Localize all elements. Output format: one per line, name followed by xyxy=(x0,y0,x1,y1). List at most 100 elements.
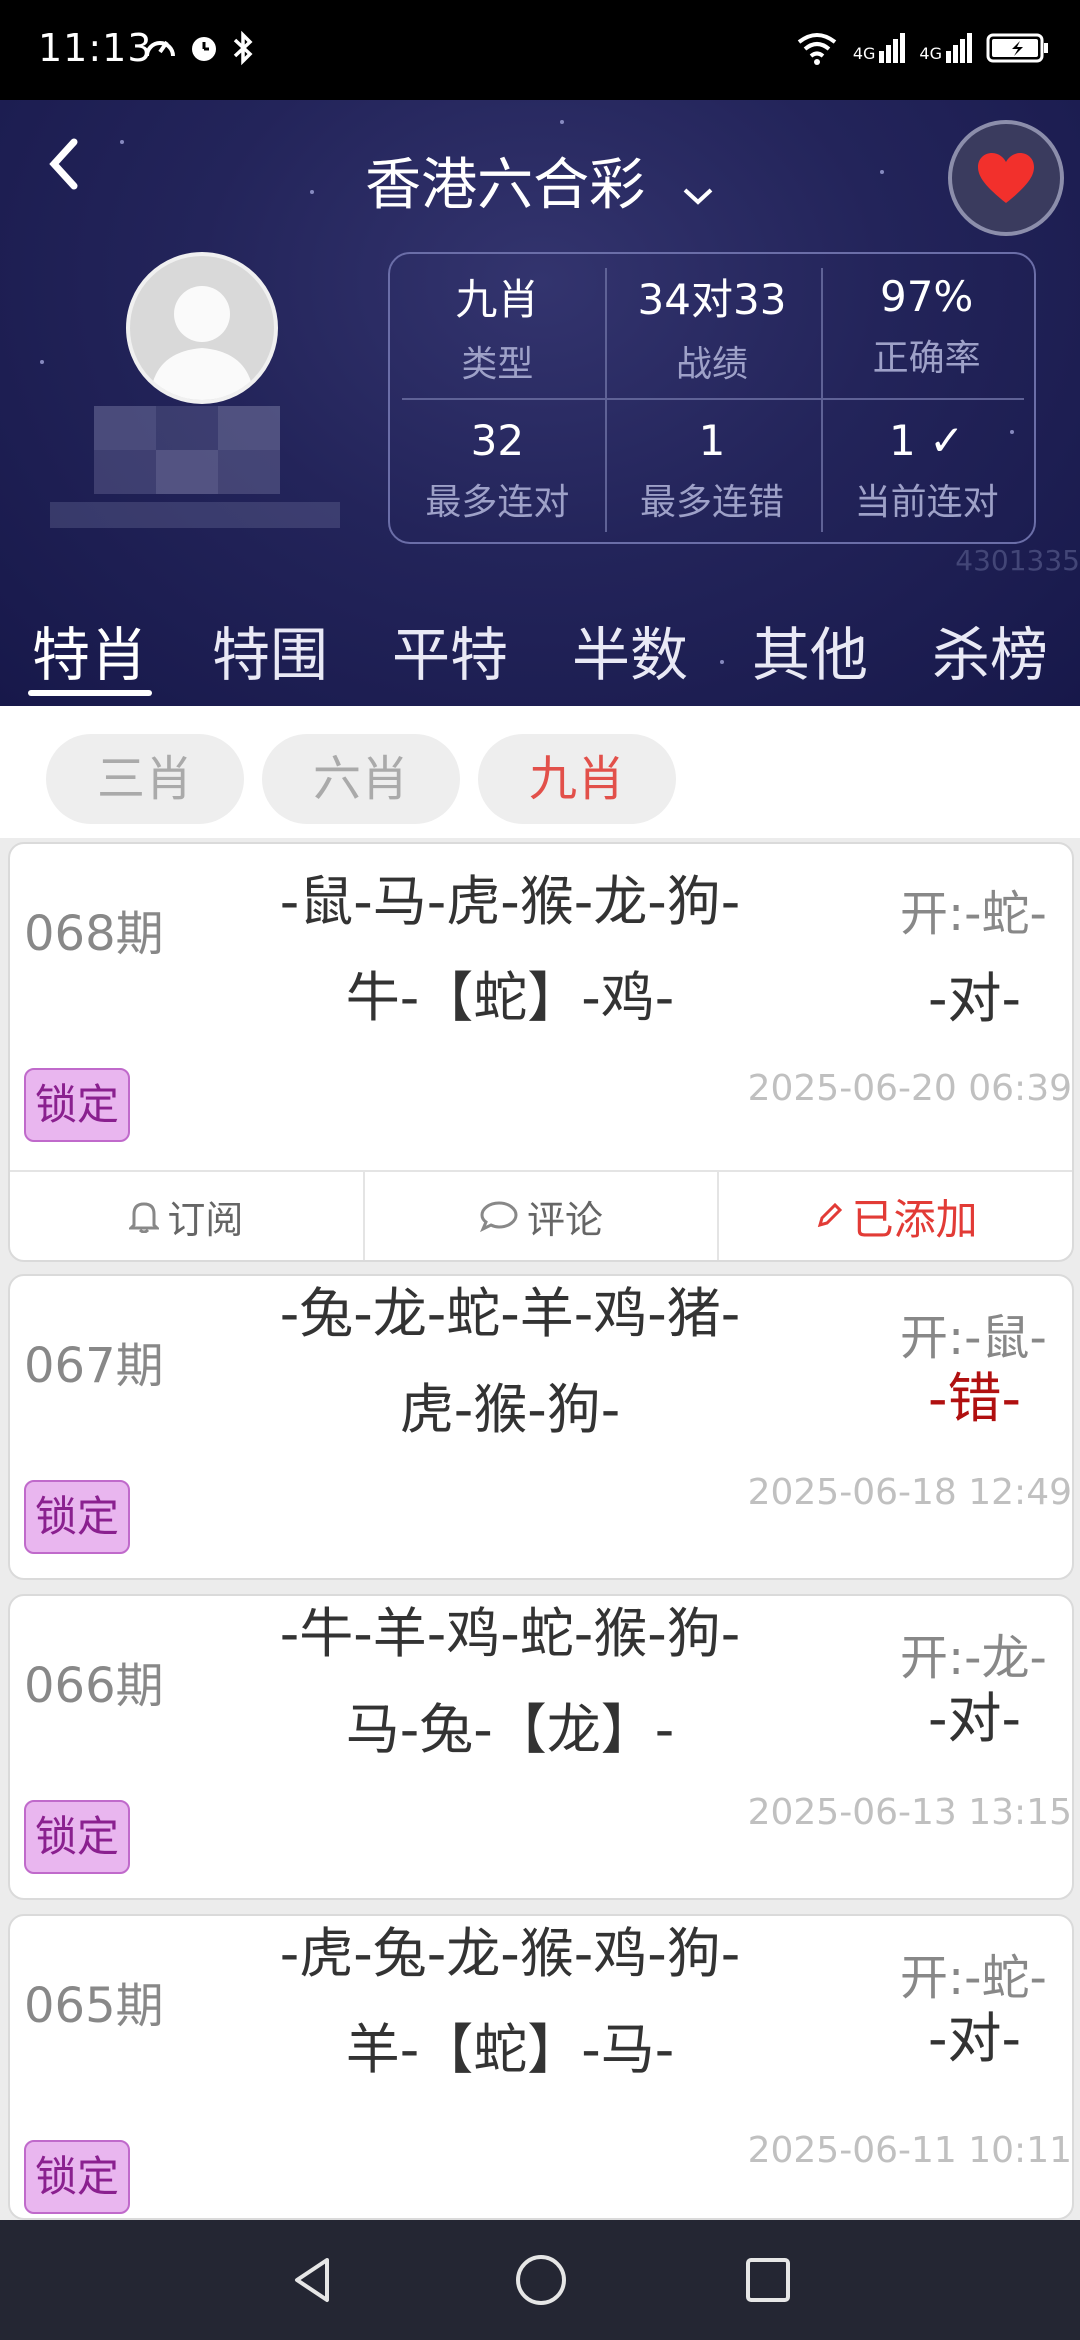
stat-value: 九肖 xyxy=(455,274,540,324)
prediction-numbers: -鼠-马-虎-猴-龙-狗- 牛-【蛇】-鸡- xyxy=(160,854,860,1046)
stat-current-streak: 1 ✓ 当前连对 xyxy=(819,398,1034,542)
tab-te-xiao[interactable]: 特肖 xyxy=(0,598,180,706)
record-card[interactable]: 066期 -牛-羊-鸡-蛇-猴-狗- 马-兔-【龙】- 开:-龙- -对- 锁定… xyxy=(8,1594,1074,1900)
pencil-icon xyxy=(817,1202,842,1228)
subscribe-label: 订阅 xyxy=(167,1197,244,1242)
battery-icon xyxy=(986,33,1048,63)
tab-ping-te[interactable]: 平特 xyxy=(360,598,540,706)
comment-label: 评论 xyxy=(527,1197,604,1242)
divider xyxy=(821,268,823,532)
tab-ban-shu[interactable]: 半数 xyxy=(540,598,720,706)
comment-button[interactable]: 评论 xyxy=(362,1172,718,1260)
record-card[interactable]: 065期 -虎-兔-龙-猴-鸡-狗- 羊-【蛇】-马- 开:-蛇- -对- 锁定… xyxy=(8,1914,1074,2220)
comment-icon xyxy=(480,1201,518,1233)
result-status: -错- xyxy=(928,1367,1021,1430)
type-filter-chips: 三肖 六肖 九肖 xyxy=(0,706,1080,838)
status-left-icons xyxy=(142,30,256,66)
result-status: -对- xyxy=(928,967,1021,1030)
add-button[interactable]: 已添加 xyxy=(717,1172,1072,1260)
stat-max-streak-loss: 1 最多连错 xyxy=(605,398,820,542)
tab-label: 特肖 xyxy=(31,621,148,689)
prediction-line-1: -兔-龙-蛇-羊-鸡-猪- xyxy=(279,1282,741,1345)
result-status: -对- xyxy=(928,2007,1021,2070)
lottery-selector[interactable]: 香港六合彩 xyxy=(0,140,1080,221)
prediction-numbers: -虎-兔-龙-猴-鸡-狗- 羊-【蛇】-马- xyxy=(160,1916,860,2098)
bluetooth-icon xyxy=(233,30,253,66)
tab-qi-ta[interactable]: 其他 xyxy=(720,598,900,706)
category-tabs: 特肖 特围 平特 半数 其他 杀榜 xyxy=(0,598,1080,706)
stat-label: 最多连错 xyxy=(639,481,784,523)
chevron-down-icon xyxy=(681,156,715,221)
prediction-line-1: -鼠-马-虎-猴-龙-狗- xyxy=(279,870,741,933)
prediction-line-2: 羊-【蛇】-马- xyxy=(345,2018,675,2081)
signal-icon: 4G xyxy=(853,33,906,63)
record-card[interactable]: 067期 -兔-龙-蛇-羊-鸡-猪- 虎-猴-狗- 开:-鼠- -错- 锁定 2… xyxy=(8,1274,1074,1580)
home-circle-icon[interactable] xyxy=(513,2252,569,2308)
period-label: 068期 xyxy=(24,906,164,962)
signal-icon-2: 4G xyxy=(919,33,972,63)
wifi-icon xyxy=(797,33,837,65)
stat-label: 最多连对 xyxy=(425,481,570,523)
stat-label: 当前连对 xyxy=(854,481,999,523)
tab-te-wei[interactable]: 特围 xyxy=(180,598,360,706)
result-status: -对- xyxy=(928,1687,1021,1750)
favorite-button[interactable] xyxy=(948,120,1064,236)
speed-icon xyxy=(145,40,175,57)
network-type-a: 4G xyxy=(852,44,876,63)
stat-label: 类型 xyxy=(461,343,534,385)
tab-label: 特围 xyxy=(211,621,328,689)
timestamp: 2025-06-13 13:15 xyxy=(747,1792,1072,1833)
subscribe-button[interactable]: 订阅 xyxy=(10,1172,363,1260)
tab-label: 平特 xyxy=(391,621,508,689)
prediction-line-1: -虎-兔-龙-猴-鸡-狗- xyxy=(279,1922,741,1985)
stat-label: 正确率 xyxy=(872,337,981,379)
divider xyxy=(402,398,1024,400)
status-time: 11:13 xyxy=(38,26,153,70)
added-label: 已添加 xyxy=(851,1194,978,1244)
alarm-icon xyxy=(192,37,216,61)
chip-san-xiao[interactable]: 三肖 xyxy=(46,734,244,824)
timestamp: 2025-06-18 12:49 xyxy=(747,1472,1072,1513)
tab-label: 杀榜 xyxy=(931,621,1048,689)
tab-label: 半数 xyxy=(571,621,688,689)
lock-badge: 锁定 xyxy=(24,1480,130,1554)
tab-label: 其他 xyxy=(751,621,868,689)
timestamp: 2025-06-20 06:39 xyxy=(747,1068,1072,1109)
stat-accuracy: 97% 正确率 xyxy=(819,254,1034,398)
prediction-numbers: -牛-羊-鸡-蛇-猴-狗- 马-兔-【龙】- xyxy=(160,1596,860,1778)
lock-badge: 锁定 xyxy=(24,2140,130,2214)
page-title: 香港六合彩 xyxy=(365,153,646,218)
stat-value: 1 xyxy=(698,415,726,465)
stat-max-streak-win: 32 最多连对 xyxy=(390,398,605,542)
tab-sha-bang[interactable]: 杀榜 xyxy=(900,598,1080,706)
period-label: 067期 xyxy=(24,1338,164,1394)
status-bar: 11:13 4G 4G xyxy=(0,0,1080,100)
avatar[interactable] xyxy=(126,252,278,404)
chip-liu-xiao[interactable]: 六肖 xyxy=(262,734,460,824)
lock-badge: 锁定 xyxy=(24,1800,130,1874)
record-card[interactable]: 068期 -鼠-马-虎-猴-龙-狗- 牛-【蛇】-鸡- 开:-蛇- -对- 锁定… xyxy=(8,842,1074,1262)
period-label: 065期 xyxy=(24,1978,164,2034)
stat-value: 97% xyxy=(879,271,974,321)
period-label: 066期 xyxy=(24,1658,164,1714)
divider xyxy=(605,268,607,532)
prediction-line-2: 牛-【蛇】-鸡- xyxy=(345,966,675,1029)
watermark-id: 4301335 xyxy=(955,544,1080,577)
stat-record: 34对33 战绩 xyxy=(605,254,820,398)
recents-square-icon[interactable] xyxy=(743,2255,793,2305)
stat-label: 战绩 xyxy=(675,343,748,385)
timestamp: 2025-06-11 10:11 xyxy=(747,2130,1072,2171)
profile-header: 香港六合彩 九肖 类型 34对33 战绩 97% 正确率 32 最多连对 1 最… xyxy=(0,100,1080,706)
prediction-line-2: 马-兔-【龙】- xyxy=(345,1698,675,1761)
bell-icon xyxy=(129,1202,160,1233)
prediction-line-2: 虎-猴-狗- xyxy=(399,1378,621,1441)
system-nav-bar xyxy=(0,2220,1080,2340)
stat-value: 34对33 xyxy=(637,274,787,324)
chip-jiu-xiao[interactable]: 九肖 xyxy=(478,734,676,824)
back-triangle-icon[interactable] xyxy=(287,2254,339,2306)
user-icon xyxy=(150,286,254,400)
network-type-b: 4G xyxy=(919,44,942,63)
status-right-icons: 4G 4G xyxy=(795,30,1050,66)
active-tab-indicator xyxy=(28,690,152,696)
heart-icon xyxy=(978,153,1034,203)
